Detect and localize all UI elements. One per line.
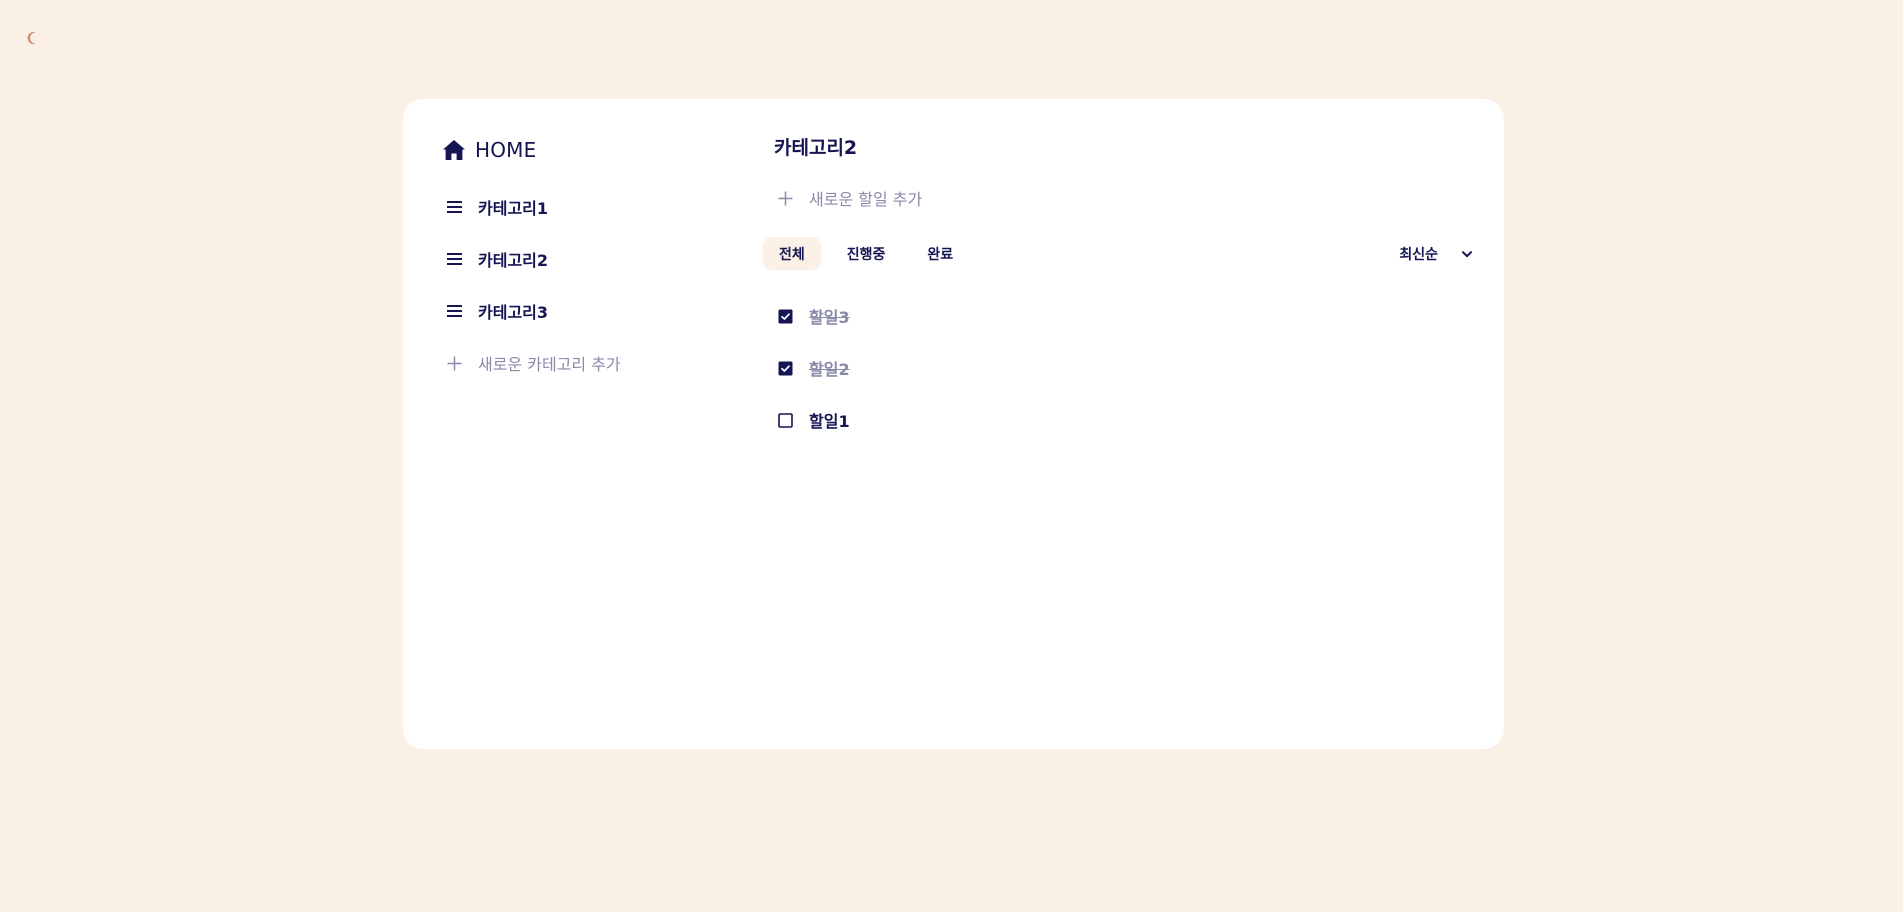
todo-label: 할일2 — [809, 360, 850, 379]
add-todo-button[interactable]: 새로운 할일 추가 — [778, 183, 922, 213]
menu-icon — [447, 305, 462, 317]
todo-list: 할일3 할일2 할일1 — [778, 290, 1378, 446]
add-category-button[interactable]: 새로운 카테고리 추가 — [447, 337, 707, 389]
category-label: 카테고리2 — [478, 251, 549, 270]
plus-icon — [447, 356, 462, 370]
todo-item: 할일3 — [778, 290, 1378, 342]
sidebar-item-category2[interactable]: 카테고리2 — [447, 233, 707, 285]
plus-icon — [778, 191, 793, 205]
checkbox-checked-icon[interactable] — [778, 309, 793, 324]
page-title: 카테고리2 — [774, 137, 858, 159]
menu-icon — [447, 253, 462, 265]
tab-in-progress[interactable]: 진행중 — [831, 237, 902, 270]
moon-icon — [27, 31, 36, 45]
add-category-label: 새로운 카테고리 추가 — [478, 355, 621, 374]
category-label: 카테고리1 — [478, 199, 549, 218]
category-list: 카테고리1 카테고리2 카테고리3 새로운 카테고리 추가 — [447, 181, 707, 389]
sort-select[interactable]: 최신순 — [1399, 239, 1472, 269]
tab-completed[interactable]: 완료 — [911, 237, 969, 270]
add-todo-label: 새로운 할일 추가 — [809, 190, 923, 209]
checkbox-unchecked-icon[interactable] — [778, 412, 793, 428]
tab-all[interactable]: 전체 — [763, 237, 821, 270]
filter-tabs: 전체 진행중 완료 — [763, 237, 979, 270]
todo-label: 할일3 — [809, 308, 850, 327]
chevron-down-icon — [1462, 250, 1472, 257]
todo-item: 할일1 — [778, 394, 1378, 446]
menu-icon — [447, 201, 462, 213]
todo-card: HOME 카테고리1 카테고리2 카테고리3 새로운 카테고리 추가 카테고리2… — [403, 99, 1504, 749]
checkbox-checked-icon[interactable] — [778, 361, 793, 376]
sidebar-item-category1[interactable]: 카테고리1 — [447, 181, 707, 233]
todo-item: 할일2 — [778, 342, 1378, 394]
theme-toggle-button[interactable] — [25, 30, 41, 46]
todo-label: 할일1 — [809, 412, 850, 431]
category-label: 카테고리3 — [478, 303, 549, 322]
home-link[interactable]: HOME — [442, 135, 536, 165]
sidebar-item-category3[interactable]: 카테고리3 — [447, 285, 707, 337]
home-icon — [443, 140, 465, 160]
home-label: HOME — [475, 138, 537, 162]
sort-label: 최신순 — [1399, 247, 1438, 263]
